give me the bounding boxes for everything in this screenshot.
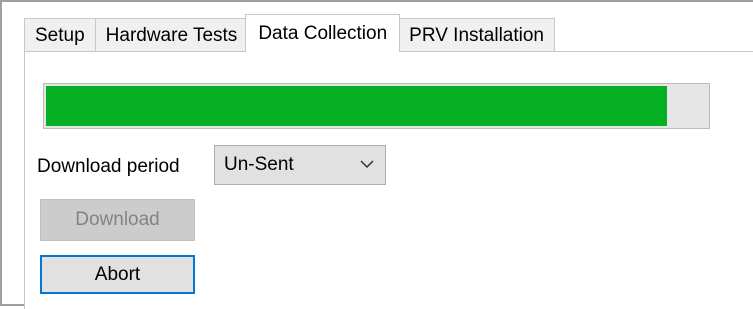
abort-button[interactable]: Abort <box>40 255 195 294</box>
data-collection-panel: Download period Un-Sent Download Abort <box>24 51 753 309</box>
tab-strip: Setup Hardware Tests Data Collection PRV… <box>24 14 555 52</box>
tab-hardware-tests[interactable]: Hardware Tests <box>94 18 249 52</box>
download-button[interactable]: Download <box>40 199 195 241</box>
tab-prv-installation[interactable]: PRV Installation <box>398 18 555 52</box>
download-period-label: Download period <box>37 156 180 177</box>
progress-fill <box>46 86 668 126</box>
window: Setup Hardware Tests Data Collection PRV… <box>0 0 753 309</box>
download-period-select[interactable]: Un-Sent <box>214 145 386 185</box>
download-period-value: Un-Sent <box>224 154 294 175</box>
tab-setup[interactable]: Setup <box>24 18 96 52</box>
download-progress-bar <box>43 83 710 129</box>
chevron-down-icon <box>360 160 374 169</box>
tab-data-collection[interactable]: Data Collection <box>245 14 401 52</box>
